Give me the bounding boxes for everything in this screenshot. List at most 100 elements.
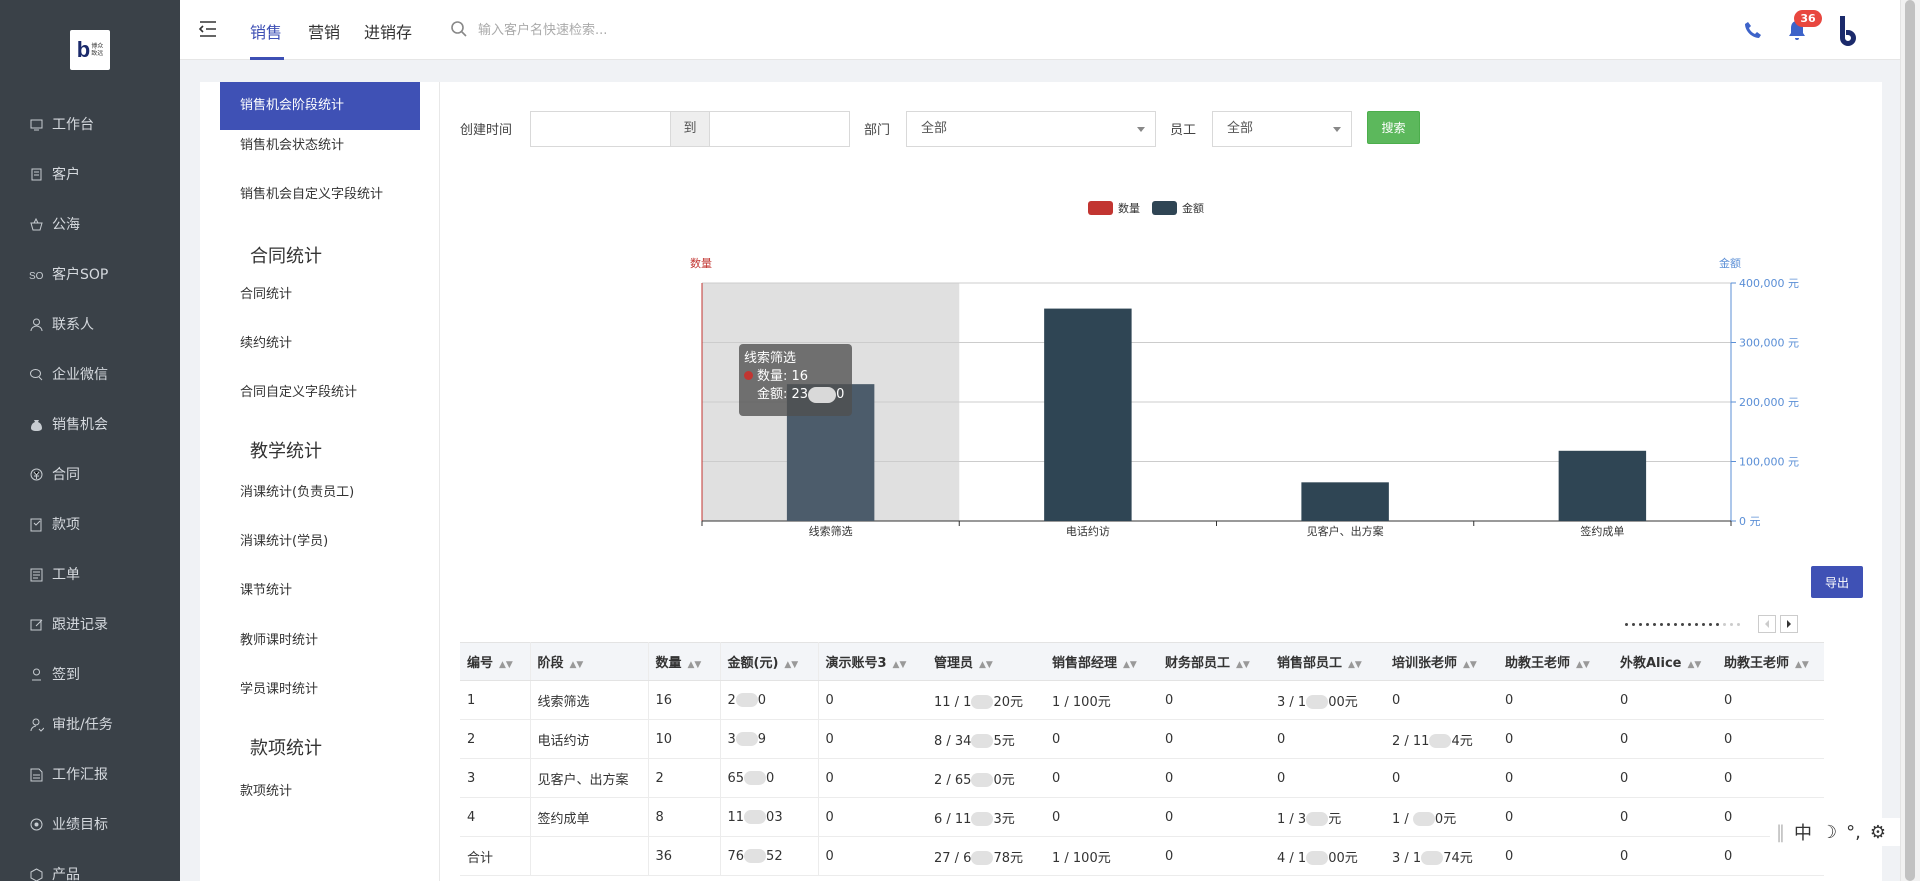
ime-handle[interactable]: ‖ [1776, 822, 1785, 843]
stats-menu-item[interactable]: 消课统计(负责员工) [240, 481, 354, 500]
table-cell: 20 [720, 680, 819, 720]
column-header[interactable]: 演示账号3 ▲▼ [818, 642, 927, 681]
ime-language-toggle[interactable]: 中 [1794, 819, 1812, 845]
sort-icon: ▲▼ [1463, 660, 1477, 670]
column-header[interactable]: 培训张老师 ▲▼ [1385, 642, 1498, 681]
column-header[interactable]: 编号 ▲▼ [460, 642, 531, 681]
page-scrollbar[interactable] [1900, 0, 1920, 881]
column-header[interactable]: 金额(元) ▲▼ [720, 642, 819, 681]
phone-icon[interactable] [1743, 20, 1763, 40]
brand-logo-icon[interactable] [1835, 14, 1865, 46]
stats-menu-item[interactable]: 销售机会状态统计 [240, 134, 344, 153]
y-left-axis-title: 数量 [690, 257, 712, 270]
stats-menu-item[interactable]: 合同自定义字段统计 [240, 381, 357, 400]
stats-menu-item[interactable]: 续约统计 [240, 332, 292, 351]
department-select[interactable]: 全部 [906, 111, 1156, 147]
table-row: 4 签约成单 8 11 03 0 6 / 11 3元 0 0 1 / 3元1 / 0元 0 0 0 [460, 797, 1824, 837]
stats-menu-item[interactable]: 款项统计 [240, 780, 292, 799]
redacted-blur [971, 773, 994, 787]
table-cell: 合计 [460, 836, 531, 876]
tab-sales[interactable]: 销售 [250, 19, 282, 43]
column-header[interactable]: 阶段 ▲▼ [530, 642, 649, 681]
end-date-input[interactable] [709, 111, 850, 147]
stats-menu-item[interactable]: 销售机会阶段统计 [220, 82, 420, 130]
sidebar-item-7[interactable]: 合同 [28, 462, 80, 486]
chevron-down-icon [1333, 127, 1341, 132]
column-header[interactable]: 外教Alice ▲▼ [1613, 642, 1717, 681]
sidebar-item-6[interactable]: 销售机会 [28, 412, 108, 436]
target-icon [28, 816, 44, 832]
legend-swatch-0 [1088, 201, 1113, 215]
table-cell: 0 [1158, 719, 1270, 759]
customer-search-input[interactable] [478, 18, 778, 42]
sidebar-item-5[interactable]: 企业微信 [28, 362, 108, 386]
logo-text: 博众 致远 [91, 43, 104, 57]
sort-icon: ▲▼ [569, 660, 584, 670]
redacted-blur [971, 851, 994, 865]
y-right-tick-label: 0 元 [1739, 515, 1761, 528]
export-button[interactable]: 导出 [1811, 566, 1863, 598]
sort-icon: ▲▼ [687, 660, 702, 670]
column-header[interactable]: 财务部员工 ▲▼ [1158, 642, 1270, 681]
sidebar-item-label: 联系人 [52, 317, 94, 333]
stats-menu: 销售机会阶段统计 销售机会状态统计 销售机会自定义字段统计 合同统计 合同统计 续约统计合… [200, 82, 440, 881]
sort-icon: ▲▼ [892, 660, 907, 670]
page-scrollbar-thumb[interactable] [1905, 0, 1915, 881]
sort-icon: ▲▼ [1236, 660, 1250, 670]
redacted-blur [744, 849, 767, 863]
stats-menu-item[interactable]: 消课统计(学员) [240, 530, 328, 549]
sidebar-item-label: 企业微信 [52, 367, 108, 383]
sidebar-item-4[interactable]: 联系人 [28, 312, 94, 336]
search-button[interactable]: 搜索 [1367, 111, 1420, 144]
sidebar-item-1[interactable]: 客户 [28, 162, 80, 186]
ime-mode-icon[interactable]: ☽ [1821, 822, 1837, 843]
sidebar-item-11[interactable]: 签到 [28, 662, 80, 686]
tab-inventory[interactable]: 进销存 [364, 19, 412, 43]
ime-settings-icon[interactable]: ⚙ [1870, 822, 1886, 843]
table-cell: 39 [720, 719, 819, 759]
scroll-left-button[interactable] [1758, 615, 1776, 633]
sidebar-item-10[interactable]: 跟进记录 [28, 612, 108, 636]
column-header[interactable]: 销售部员工 ▲▼ [1270, 642, 1385, 681]
redacted-blur [744, 810, 767, 824]
column-header[interactable]: 管理员 ▲▼ [927, 642, 1045, 681]
sidebar-item-15[interactable]: 产品 [28, 862, 80, 881]
redacted-blur [808, 386, 837, 403]
table-cell: 65 0 [720, 758, 819, 798]
start-date-input[interactable] [530, 111, 671, 147]
stats-menu-item[interactable]: 销售机会自定义字段统计 [240, 183, 383, 202]
sidebar-item-12[interactable]: 审批/任务 [28, 712, 113, 736]
column-header[interactable]: 助教王老师 ▲▼ [1717, 642, 1824, 681]
company-logo[interactable]: b 博众 致远 [70, 30, 110, 70]
sidebar-item-8[interactable]: 款项 [28, 512, 80, 536]
staff-select[interactable]: 全部 [1212, 111, 1352, 147]
column-header[interactable]: 销售部经理 ▲▼ [1045, 642, 1158, 681]
stage-bar-chart: 0 元100,000 元200,000 元300,000 元400,000 元数… [690, 201, 1799, 538]
menu-collapse-icon[interactable] [198, 20, 218, 38]
sidebar-item-3[interactable]: SOP 客户SOP [28, 262, 109, 286]
sidebar-item-13[interactable]: 工作汇报 [28, 762, 108, 786]
column-header[interactable]: 数量 ▲▼ [648, 642, 721, 681]
stats-menu-item[interactable]: 教师课时统计 [240, 629, 318, 648]
bar-amount-1 [1044, 308, 1132, 521]
table-cell: 8 / 34 5元 [927, 719, 1045, 759]
column-header[interactable]: 助教王老师 ▲▼ [1498, 642, 1613, 681]
tab-marketing[interactable]: 营销 [308, 19, 340, 43]
sort-icon: ▲▼ [1348, 660, 1362, 670]
stats-menu-item[interactable]: 课节统计 [240, 579, 292, 598]
table-cell: 0 [1717, 758, 1824, 798]
sidebar-item-9[interactable]: 工单 [28, 562, 80, 586]
table-cell: 0 [1613, 797, 1717, 837]
table-cell: 10 [648, 719, 721, 759]
stats-menu-item[interactable]: 合同统计 [240, 283, 292, 302]
box-icon [28, 866, 44, 881]
stats-menu-item[interactable]: 学员课时统计 [240, 678, 318, 697]
sidebar-item-14[interactable]: 业绩目标 [28, 812, 108, 836]
sidebar-item-2[interactable]: 公海 [28, 212, 80, 236]
ime-punctuation-toggle[interactable]: °, [1846, 822, 1861, 843]
scroll-right-button[interactable] [1780, 615, 1798, 633]
sidebar-item-0[interactable]: 工作台 [28, 112, 94, 136]
table-cell: 2 [460, 719, 531, 759]
edit-icon [28, 616, 44, 632]
coin-icon [28, 466, 44, 482]
